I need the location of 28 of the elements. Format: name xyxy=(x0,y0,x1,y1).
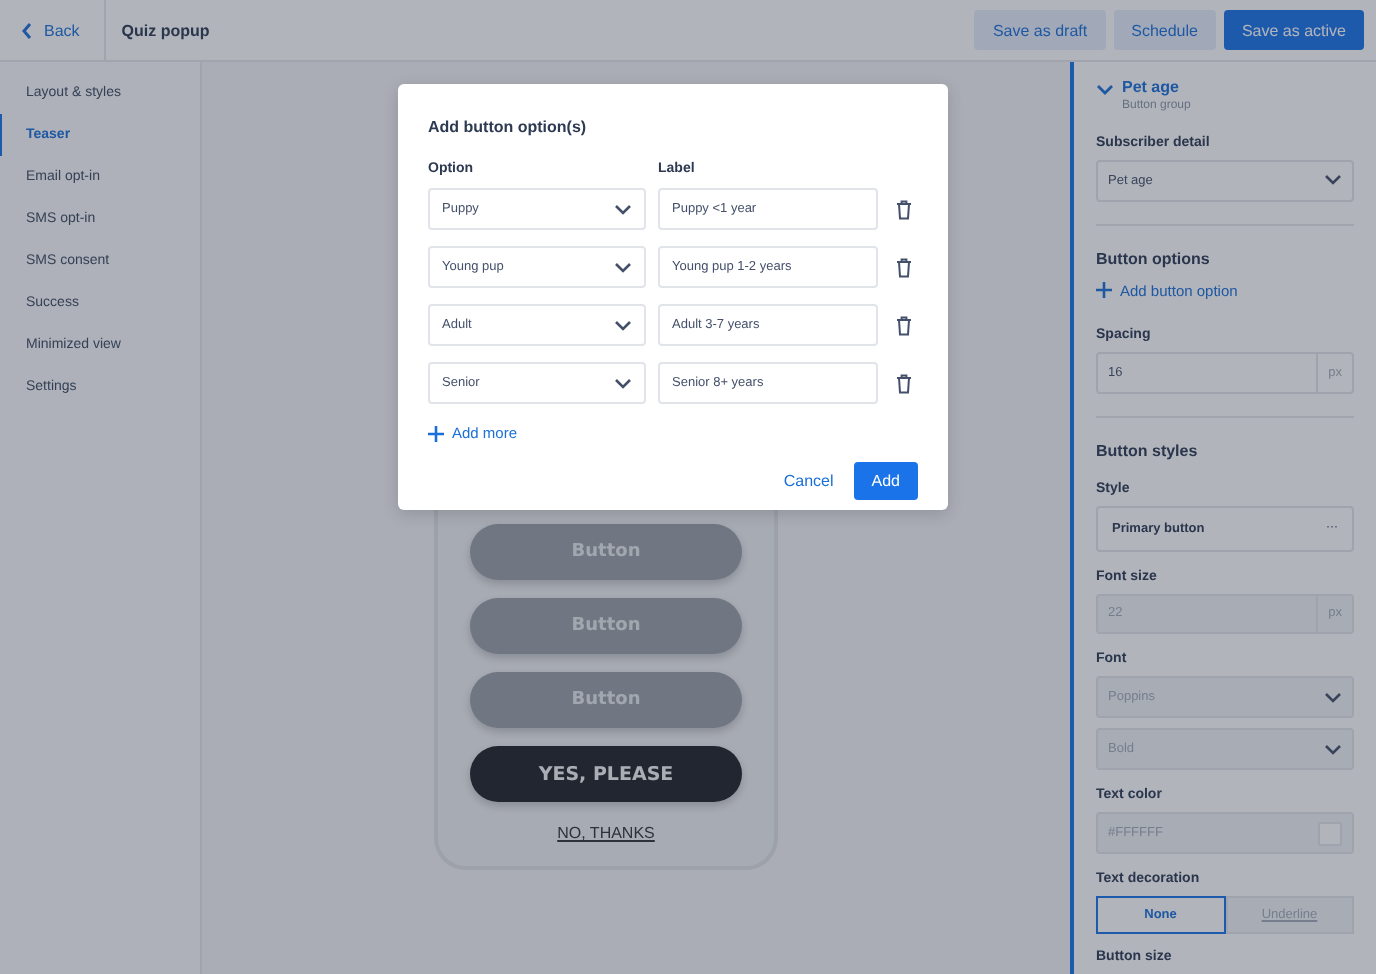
toolbar-button[interactable]: Save as active xyxy=(1223,10,1364,50)
chevron-down-icon xyxy=(614,261,632,273)
section-heading: Button options xyxy=(1096,249,1210,268)
chevron-down-icon xyxy=(1324,691,1342,704)
trash-icon[interactable] xyxy=(896,257,912,277)
trash-icon[interactable] xyxy=(896,315,912,335)
cancel-button[interactable]: Cancel xyxy=(783,472,834,490)
chevron-down-icon xyxy=(1324,743,1342,756)
preview-button[interactable]: YES, PLEASE xyxy=(470,746,742,802)
trash-icon[interactable] xyxy=(896,199,912,219)
chevron-down-icon xyxy=(614,203,632,215)
trash-icon[interactable] xyxy=(896,373,912,393)
chevron-left-icon xyxy=(20,21,34,39)
chevron-down-icon[interactable] xyxy=(1096,84,1114,96)
toolbar-button[interactable]: Save as draft xyxy=(974,10,1106,50)
page-title: Quiz popup xyxy=(121,21,210,39)
section-heading: Button styles xyxy=(1096,441,1198,460)
chevron-down-icon xyxy=(614,377,632,389)
chevron-down-icon xyxy=(1324,174,1342,187)
back-link[interactable]: Back xyxy=(0,0,106,60)
chevron-down-icon xyxy=(614,319,632,331)
element-title: Pet age xyxy=(1122,78,1181,96)
plus-icon xyxy=(428,425,444,441)
decline-link[interactable]: NO, THANKS xyxy=(557,824,655,842)
add-button[interactable]: Add xyxy=(853,462,918,500)
dialog-title: Add button option(s) xyxy=(428,118,587,136)
toolbar-button[interactable]: Schedule xyxy=(1113,10,1216,50)
plus-icon xyxy=(1096,282,1112,299)
